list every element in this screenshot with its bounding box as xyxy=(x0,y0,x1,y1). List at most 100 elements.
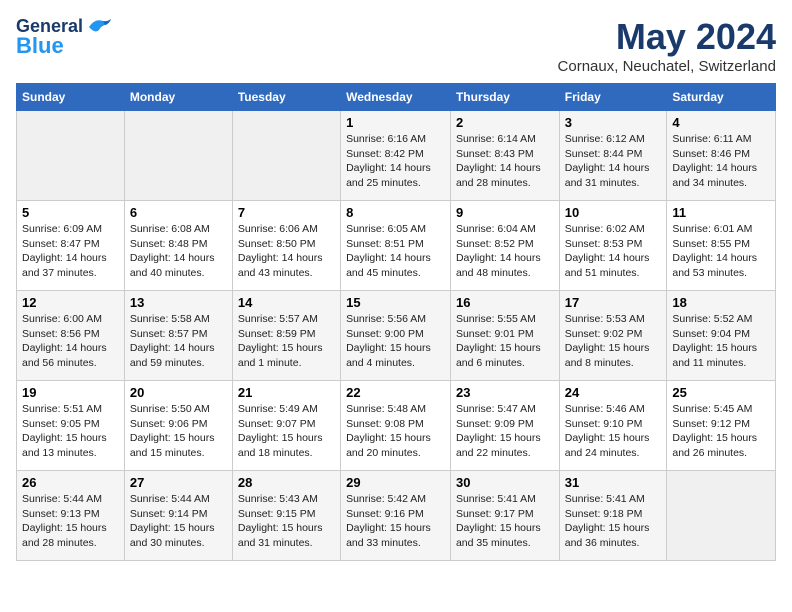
week-row-1: 1 Sunrise: 6:16 AM Sunset: 8:42 PM Daylig… xyxy=(17,111,776,201)
day-header-tuesday: Tuesday xyxy=(232,84,340,111)
week-row-2: 5 Sunrise: 6:09 AM Sunset: 8:47 PM Daylig… xyxy=(17,201,776,291)
calendar-cell: 28 Sunrise: 5:43 AM Sunset: 9:15 PM Dayli… xyxy=(232,471,340,561)
day-number: 26 xyxy=(22,475,119,490)
cell-info: Sunrise: 5:51 AM Sunset: 9:05 PM Dayligh… xyxy=(22,402,119,461)
calendar-cell: 17Sunrise: 5:53 AM Sunset: 9:02 PM Dayli… xyxy=(559,291,667,381)
cell-info: Sunrise: 5:52 AM Sunset: 9:04 PM Dayligh… xyxy=(672,312,770,371)
calendar-cell: 10Sunrise: 6:02 AM Sunset: 8:53 PM Dayli… xyxy=(559,201,667,291)
day-number: 31 xyxy=(565,475,662,490)
day-number: 19 xyxy=(22,385,119,400)
month-title: May 2024 xyxy=(558,16,776,58)
day-header-sunday: Sunday xyxy=(17,84,125,111)
calendar-cell: 30 Sunrise: 5:41 AM Sunset: 9:17 PM Dayli… xyxy=(450,471,559,561)
day-number: 28 xyxy=(238,475,335,490)
calendar-cell: 27Sunrise: 5:44 AM Sunset: 9:14 PM Dayli… xyxy=(124,471,232,561)
day-number: 30 xyxy=(456,475,554,490)
days-header-row: SundayMondayTuesdayWednesdayThursdayFrid… xyxy=(17,84,776,111)
calendar-cell xyxy=(124,111,232,201)
calendar-cell: 13Sunrise: 5:58 AM Sunset: 8:57 PM Dayli… xyxy=(124,291,232,381)
calendar-cell xyxy=(667,471,776,561)
cell-info: Sunrise: 6:06 AM Sunset: 8:50 PM Dayligh… xyxy=(238,222,335,281)
day-number: 11 xyxy=(672,205,770,220)
calendar-cell xyxy=(17,111,125,201)
calendar-cell: 24 Sunrise: 5:46 AM Sunset: 9:10 PM Dayli… xyxy=(559,381,667,471)
week-row-4: 19 Sunrise: 5:51 AM Sunset: 9:05 PM Dayli… xyxy=(17,381,776,471)
day-number: 25 xyxy=(672,385,770,400)
cell-info: Sunrise: 6:09 AM Sunset: 8:47 PM Dayligh… xyxy=(22,222,119,281)
cell-info: Sunrise: 5:42 AM Sunset: 9:16 PM Dayligh… xyxy=(346,492,445,551)
calendar-cell: 25 Sunrise: 5:45 AM Sunset: 9:12 PM Dayli… xyxy=(667,381,776,471)
calendar-cell: 16 Sunrise: 5:55 AM Sunset: 9:01 PM Dayli… xyxy=(450,291,559,381)
day-number: 1 xyxy=(346,115,445,130)
calendar-cell: 12Sunrise: 6:00 AM Sunset: 8:56 PM Dayli… xyxy=(17,291,125,381)
logo-bird-icon xyxy=(85,16,115,38)
day-number: 4 xyxy=(672,115,770,130)
page-header: General Blue May 2024 Cornaux, Neuchatel… xyxy=(16,16,776,75)
calendar-cell: 18 Sunrise: 5:52 AM Sunset: 9:04 PM Dayli… xyxy=(667,291,776,381)
cell-info: Sunrise: 6:11 AM Sunset: 8:46 PM Dayligh… xyxy=(672,132,770,191)
cell-info: Sunrise: 6:04 AM Sunset: 8:52 PM Dayligh… xyxy=(456,222,554,281)
calendar-cell: 2 Sunrise: 6:14 AM Sunset: 8:43 PM Daylig… xyxy=(450,111,559,201)
cell-info: Sunrise: 6:12 AM Sunset: 8:44 PM Dayligh… xyxy=(565,132,662,191)
cell-info: Sunrise: 5:50 AM Sunset: 9:06 PM Dayligh… xyxy=(130,402,227,461)
cell-info: Sunrise: 5:48 AM Sunset: 9:08 PM Dayligh… xyxy=(346,402,445,461)
day-number: 9 xyxy=(456,205,554,220)
cell-info: Sunrise: 6:05 AM Sunset: 8:51 PM Dayligh… xyxy=(346,222,445,281)
day-header-friday: Friday xyxy=(559,84,667,111)
logo: General Blue xyxy=(16,16,115,58)
calendar-cell: 11Sunrise: 6:01 AM Sunset: 8:55 PM Dayli… xyxy=(667,201,776,291)
calendar-cell: 22 Sunrise: 5:48 AM Sunset: 9:08 PM Dayli… xyxy=(341,381,451,471)
day-number: 7 xyxy=(238,205,335,220)
day-header-monday: Monday xyxy=(124,84,232,111)
calendar-cell: 19 Sunrise: 5:51 AM Sunset: 9:05 PM Dayli… xyxy=(17,381,125,471)
calendar-cell: 23 Sunrise: 5:47 AM Sunset: 9:09 PM Dayli… xyxy=(450,381,559,471)
cell-info: Sunrise: 5:47 AM Sunset: 9:09 PM Dayligh… xyxy=(456,402,554,461)
calendar-cell: 29 Sunrise: 5:42 AM Sunset: 9:16 PM Dayli… xyxy=(341,471,451,561)
day-number: 21 xyxy=(238,385,335,400)
cell-info: Sunrise: 6:08 AM Sunset: 8:48 PM Dayligh… xyxy=(130,222,227,281)
cell-info: Sunrise: 5:44 AM Sunset: 9:13 PM Dayligh… xyxy=(22,492,119,551)
day-number: 20 xyxy=(130,385,227,400)
calendar-cell: 21 Sunrise: 5:49 AM Sunset: 9:07 PM Dayli… xyxy=(232,381,340,471)
day-number: 23 xyxy=(456,385,554,400)
calendar-cell: 3 Sunrise: 6:12 AM Sunset: 8:44 PM Daylig… xyxy=(559,111,667,201)
cell-info: Sunrise: 5:41 AM Sunset: 9:17 PM Dayligh… xyxy=(456,492,554,551)
cell-info: Sunrise: 6:02 AM Sunset: 8:53 PM Dayligh… xyxy=(565,222,662,281)
day-number: 8 xyxy=(346,205,445,220)
calendar-cell: 7 Sunrise: 6:06 AM Sunset: 8:50 PM Daylig… xyxy=(232,201,340,291)
cell-info: Sunrise: 5:57 AM Sunset: 8:59 PM Dayligh… xyxy=(238,312,335,371)
day-number: 6 xyxy=(130,205,227,220)
day-number: 3 xyxy=(565,115,662,130)
day-number: 29 xyxy=(346,475,445,490)
day-number: 24 xyxy=(565,385,662,400)
cell-info: Sunrise: 5:43 AM Sunset: 9:15 PM Dayligh… xyxy=(238,492,335,551)
cell-info: Sunrise: 5:45 AM Sunset: 9:12 PM Dayligh… xyxy=(672,402,770,461)
cell-info: Sunrise: 5:46 AM Sunset: 9:10 PM Dayligh… xyxy=(565,402,662,461)
cell-info: Sunrise: 6:14 AM Sunset: 8:43 PM Dayligh… xyxy=(456,132,554,191)
location-subtitle: Cornaux, Neuchatel, Switzerland xyxy=(558,58,776,75)
cell-info: Sunrise: 6:00 AM Sunset: 8:56 PM Dayligh… xyxy=(22,312,119,371)
calendar-table: SundayMondayTuesdayWednesdayThursdayFrid… xyxy=(16,83,776,561)
cell-info: Sunrise: 5:56 AM Sunset: 9:00 PM Dayligh… xyxy=(346,312,445,371)
calendar-cell: 5 Sunrise: 6:09 AM Sunset: 8:47 PM Daylig… xyxy=(17,201,125,291)
cell-info: Sunrise: 5:41 AM Sunset: 9:18 PM Dayligh… xyxy=(565,492,662,551)
calendar-cell: 8 Sunrise: 6:05 AM Sunset: 8:51 PM Daylig… xyxy=(341,201,451,291)
cell-info: Sunrise: 6:16 AM Sunset: 8:42 PM Dayligh… xyxy=(346,132,445,191)
calendar-cell xyxy=(232,111,340,201)
day-number: 2 xyxy=(456,115,554,130)
cell-info: Sunrise: 5:49 AM Sunset: 9:07 PM Dayligh… xyxy=(238,402,335,461)
calendar-cell: 6 Sunrise: 6:08 AM Sunset: 8:48 PM Daylig… xyxy=(124,201,232,291)
calendar-cell: 9 Sunrise: 6:04 AM Sunset: 8:52 PM Daylig… xyxy=(450,201,559,291)
calendar-cell: 31 Sunrise: 5:41 AM Sunset: 9:18 PM Dayli… xyxy=(559,471,667,561)
day-number: 5 xyxy=(22,205,119,220)
day-number: 22 xyxy=(346,385,445,400)
calendar-cell: 4 Sunrise: 6:11 AM Sunset: 8:46 PM Daylig… xyxy=(667,111,776,201)
day-number: 18 xyxy=(672,295,770,310)
day-number: 14 xyxy=(238,295,335,310)
day-number: 16 xyxy=(456,295,554,310)
cell-info: Sunrise: 5:55 AM Sunset: 9:01 PM Dayligh… xyxy=(456,312,554,371)
title-block: May 2024 Cornaux, Neuchatel, Switzerland xyxy=(558,16,776,75)
day-number: 15 xyxy=(346,295,445,310)
day-header-wednesday: Wednesday xyxy=(341,84,451,111)
logo-text-blue: Blue xyxy=(16,34,64,58)
